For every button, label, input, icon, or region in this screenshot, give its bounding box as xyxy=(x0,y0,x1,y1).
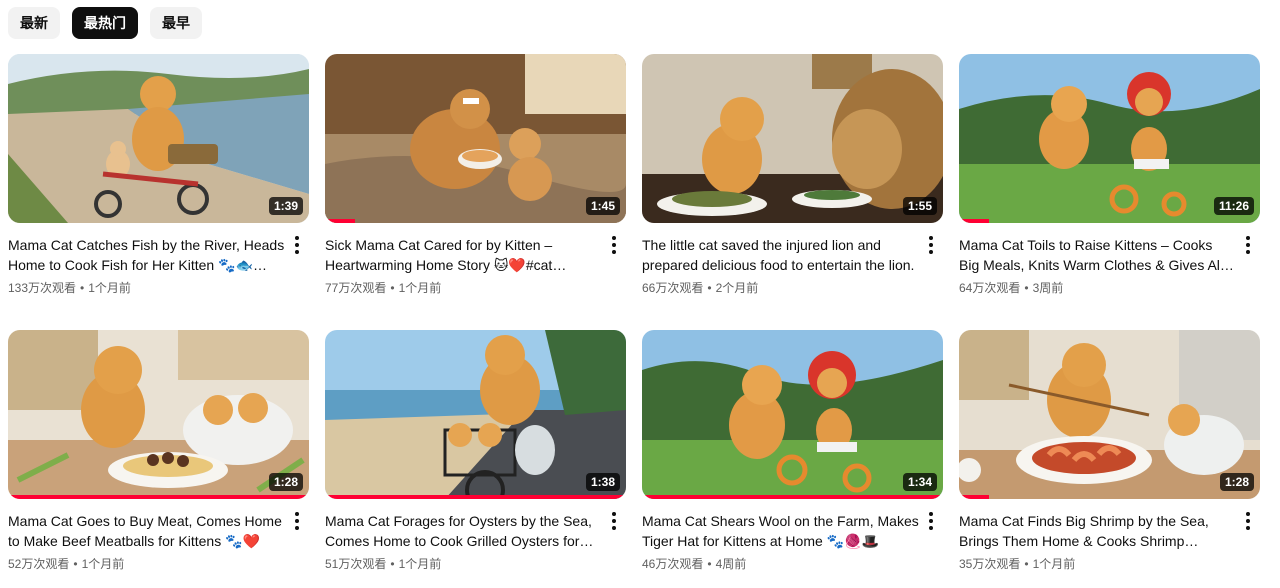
video-stats: 64万次观看 • 3周前 xyxy=(959,279,1236,297)
video-meta: The little cat saved the injured lion an… xyxy=(642,235,943,297)
thumbnail-image xyxy=(325,54,626,223)
view-count: 35万次观看 xyxy=(959,557,1021,571)
video-title[interactable]: Mama Cat Shears Wool on the Farm, Makes … xyxy=(642,511,919,551)
view-count: 46万次观看 xyxy=(642,557,704,571)
video-card[interactable]: 1:28 Mama Cat Finds Big Shrimp by the Se… xyxy=(959,330,1260,588)
video-meta: Mama Cat Shears Wool on the Farm, Makes … xyxy=(642,511,943,573)
upload-age: 2个月前 xyxy=(715,281,759,295)
video-title[interactable]: Mama Cat Catches Fish by the River, Head… xyxy=(8,235,285,275)
view-count: 64万次观看 xyxy=(959,281,1021,295)
more-options-icon[interactable] xyxy=(1236,509,1260,533)
more-options-icon[interactable] xyxy=(1236,233,1260,257)
video-thumbnail[interactable]: 11:26 xyxy=(959,54,1260,223)
upload-age: 3周前 xyxy=(1032,281,1064,295)
separator-dot: • xyxy=(80,281,85,295)
video-duration: 1:38 xyxy=(585,473,620,491)
video-card[interactable]: 11:26 Mama Cat Toils to Raise Kittens – … xyxy=(959,54,1260,330)
view-count: 52万次观看 xyxy=(8,557,70,571)
video-thumbnail[interactable]: 1:39 xyxy=(8,54,309,223)
thumbnail-image xyxy=(325,330,626,499)
upload-age: 1个月前 xyxy=(1032,557,1076,571)
video-thumbnail[interactable]: 1:55 xyxy=(642,54,943,223)
video-title[interactable]: Mama Cat Finds Big Shrimp by the Sea, Br… xyxy=(959,511,1236,551)
video-thumbnail[interactable]: 1:28 xyxy=(959,330,1260,499)
separator-dot: • xyxy=(707,281,712,295)
video-thumbnail[interactable]: 1:38 xyxy=(325,330,626,499)
upload-age: 1个月前 xyxy=(398,557,442,571)
watch-progress-bar xyxy=(325,495,626,499)
video-duration: 1:45 xyxy=(585,197,620,215)
more-options-icon[interactable] xyxy=(919,509,943,533)
upload-age: 4周前 xyxy=(715,557,747,571)
video-thumbnail[interactable]: 1:45 xyxy=(325,54,626,223)
chip-oldest[interactable]: 最早 xyxy=(150,7,202,39)
video-title[interactable]: Mama Cat Forages for Oysters by the Sea,… xyxy=(325,511,602,551)
video-stats: 77万次观看 • 1个月前 xyxy=(325,279,602,297)
upload-age: 1个月前 xyxy=(88,281,131,295)
thumbnail-image xyxy=(642,330,943,499)
video-stats: 52万次观看 • 1个月前 xyxy=(8,555,285,573)
watch-progress-bar xyxy=(642,495,943,499)
upload-age: 1个月前 xyxy=(398,281,442,295)
video-thumbnail[interactable]: 1:28 xyxy=(8,330,309,499)
chip-latest[interactable]: 最新 xyxy=(8,7,60,39)
thumbnail-image xyxy=(959,330,1260,499)
filter-chips: 最新 最热门 最早 xyxy=(8,7,202,39)
video-card[interactable]: 1:55 The little cat saved the injured li… xyxy=(642,54,943,330)
more-options-icon[interactable] xyxy=(602,509,626,533)
thumbnail-image xyxy=(8,330,309,499)
view-count: 133万次观看 xyxy=(8,281,77,295)
video-stats: 51万次观看 • 1个月前 xyxy=(325,555,602,573)
video-stats: 35万次观看 • 1个月前 xyxy=(959,555,1236,573)
upload-age: 1个月前 xyxy=(81,557,125,571)
more-options-icon[interactable] xyxy=(919,233,943,257)
video-title[interactable]: Mama Cat Toils to Raise Kittens – Cooks … xyxy=(959,235,1236,275)
video-meta: Mama Cat Catches Fish by the River, Head… xyxy=(8,235,309,297)
video-card[interactable]: 1:38 Mama Cat Forages for Oysters by the… xyxy=(325,330,626,588)
more-options-icon[interactable] xyxy=(285,509,309,533)
thumbnail-image xyxy=(642,54,943,223)
video-meta: Mama Cat Toils to Raise Kittens – Cooks … xyxy=(959,235,1260,297)
video-thumbnail[interactable]: 1:34 xyxy=(642,330,943,499)
video-meta: Mama Cat Goes to Buy Meat, Comes Home to… xyxy=(8,511,309,573)
video-duration: 1:39 xyxy=(268,197,303,215)
video-title[interactable]: Sick Mama Cat Cared for by Kitten – Hear… xyxy=(325,235,602,275)
video-duration: 1:34 xyxy=(902,473,937,491)
video-card[interactable]: 1:45 Sick Mama Cat Cared for by Kitten –… xyxy=(325,54,626,330)
thumbnail-image xyxy=(8,54,309,223)
video-card[interactable]: 1:39 Mama Cat Catches Fish by the River,… xyxy=(8,54,309,330)
separator-dot: • xyxy=(1024,557,1029,571)
video-title[interactable]: The little cat saved the injured lion an… xyxy=(642,235,919,275)
video-duration: 11:26 xyxy=(1213,197,1254,215)
video-stats: 66万次观看 • 2个月前 xyxy=(642,279,919,297)
separator-dot: • xyxy=(707,557,712,571)
separator-dot: • xyxy=(390,281,395,295)
video-card[interactable]: 1:34 Mama Cat Shears Wool on the Farm, M… xyxy=(642,330,943,588)
chip-popular[interactable]: 最热门 xyxy=(72,7,138,39)
video-stats: 133万次观看 • 1个月前 xyxy=(8,279,285,297)
video-grid: 1:39 Mama Cat Catches Fish by the River,… xyxy=(8,54,1260,588)
watch-progress-bar xyxy=(325,219,356,223)
video-meta: Mama Cat Forages for Oysters by the Sea,… xyxy=(325,511,626,573)
watch-progress-bar xyxy=(8,495,309,499)
video-meta: Mama Cat Finds Big Shrimp by the Sea, Br… xyxy=(959,511,1260,573)
video-meta: Sick Mama Cat Cared for by Kitten – Hear… xyxy=(325,235,626,297)
video-title[interactable]: Mama Cat Goes to Buy Meat, Comes Home to… xyxy=(8,511,285,551)
separator-dot: • xyxy=(73,557,78,571)
video-card[interactable]: 1:28 Mama Cat Goes to Buy Meat, Comes Ho… xyxy=(8,330,309,588)
video-duration: 1:28 xyxy=(268,473,303,491)
separator-dot: • xyxy=(390,557,395,571)
separator-dot: • xyxy=(1024,281,1029,295)
video-duration: 1:55 xyxy=(902,197,937,215)
more-options-icon[interactable] xyxy=(602,233,626,257)
watch-progress-bar xyxy=(959,495,990,499)
view-count: 51万次观看 xyxy=(325,557,387,571)
view-count: 77万次观看 xyxy=(325,281,387,295)
more-options-icon[interactable] xyxy=(285,233,309,257)
video-stats: 46万次观看 • 4周前 xyxy=(642,555,919,573)
video-duration: 1:28 xyxy=(1219,473,1254,491)
watch-progress-bar xyxy=(959,219,990,223)
view-count: 66万次观看 xyxy=(642,281,704,295)
